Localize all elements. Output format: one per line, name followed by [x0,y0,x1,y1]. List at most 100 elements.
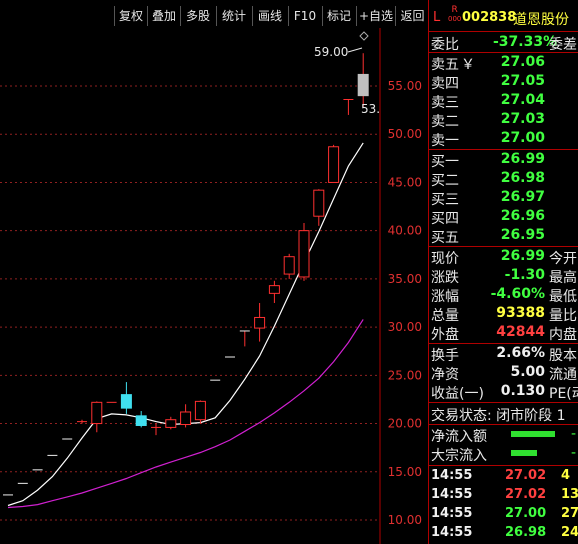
candle-body [268,285,280,294]
row-value: 27.03 [500,111,545,127]
candle-body [283,256,295,275]
tick-time: 14:55 [431,506,473,521]
high-annotation: 59.00 [314,45,348,59]
row-value: 26.97 [500,189,545,205]
y-tick-label: 10.00 [388,513,422,527]
stock-name: 道恩股份 [513,12,569,28]
y-tick-label: 55.00 [388,79,422,93]
candle [77,419,87,424]
tick-price: 27.02 [505,487,547,502]
row-value: 26.98 [500,170,545,186]
row-value: 93388 [496,305,545,321]
bid-row[interactable]: 买五 26.95 [429,227,578,246]
lock-marker: L [433,10,441,25]
tick-price: 27.02 [505,468,547,483]
row-value: 26.95 [500,227,545,243]
stat-row[interactable]: 涨幅 -4.60% 最低 [429,286,578,305]
low-annotation: 53. [361,102,380,116]
stat-row[interactable]: 涨跌 -1.30 最高 [429,267,578,286]
r-badge-icon: R 000 [448,5,462,24]
stat2-row[interactable]: 净资 5.00 流通 [429,364,578,383]
bid-row[interactable]: 买四 26.96 [429,208,578,227]
stat2-row[interactable]: 换手 2.66% 股本 [429,345,578,364]
stat2-row[interactable]: 收益(一)0.130PE(动 [429,383,578,402]
candle-body [357,73,369,97]
stock-header: L R 000 002838 道恩股份 [429,5,578,30]
kline-chart[interactable]: 55.00 50.00 45.00 40.00 35.00 30.00 25.00 20.00… [0,0,428,544]
stock-code: 002838 [462,10,517,25]
stat-row[interactable]: 外盘 42844 内盘 [429,324,578,343]
candle [91,401,103,433]
candle-body [165,419,177,428]
candle [328,144,340,183]
tick-volume: 27 [561,506,578,521]
add-watchlist-button[interactable]: +自选 [356,6,395,26]
chart-toolbar: 复权 叠加 多股 统计 画线 F10 标记 +自选 返回 [0,0,428,28]
row-value: 0.130 [500,383,545,399]
candle [180,404,192,428]
row-tail: 流通 [549,367,577,383]
flow-bar [511,450,537,456]
flow-row: 净流入额 - [429,426,578,445]
mark-button[interactable]: 标记 [322,6,355,26]
f10-button[interactable]: F10 [288,6,321,26]
candle [194,400,206,424]
bid-row[interactable]: 买二 26.98 [429,170,578,189]
draw-line-button[interactable]: 画线 [252,6,287,26]
y-tick-label: 45.00 [388,175,422,189]
price-annotations: 59.00 53. [314,31,380,116]
flow-bar [511,431,555,437]
candle [165,416,177,430]
candle-body [298,230,310,278]
row-tail: 内盘 [549,327,577,343]
stat-row[interactable]: 现价 26.99 今开 [429,248,578,267]
y-tick-label: 20.00 [388,417,422,431]
tick-time: 14:55 [431,487,473,502]
flow-tail: - [571,426,577,442]
tick-volume: 4 [561,468,571,483]
candle-body [135,415,147,426]
candle [343,99,354,115]
row-value: 42844 [496,324,545,340]
row-value: 27.06 [500,54,545,70]
row-tail: 量比 [549,308,577,324]
row-value: 26.99 [500,151,545,167]
stats-button[interactable]: 统计 [216,6,251,26]
multi-stock-button[interactable]: 多股 [180,6,215,26]
candle [357,53,369,108]
ask-row[interactable]: 卖四 27.05 [429,73,578,92]
tick-volume: 24 [561,525,578,540]
row-value: 5.00 [510,364,545,380]
bid-row[interactable]: 买一 26.99 [429,151,578,170]
ask-row[interactable]: 卖二 27.03 [429,111,578,130]
flow-row: 大宗流入 - [429,445,578,464]
bid-row[interactable]: 买三 26.97 [429,189,578,208]
candle [283,253,295,279]
back-button[interactable]: 返回 [395,6,429,26]
candle [268,280,280,303]
candle [254,303,266,342]
ask-row[interactable]: 卖一 27.00 [429,130,578,149]
weibi-row: 委比 -37.33% 委差 [431,34,577,53]
y-tick-label: 30.00 [388,320,422,334]
ask-row[interactable]: 卖三 27.04 [429,92,578,111]
row-value: 27.00 [500,130,545,146]
trade-state: 交易状态: 闭市阶段 1 [431,408,566,424]
tick-price: 26.98 [505,525,547,540]
candle [120,382,132,414]
row-value: -4.60% [490,286,545,302]
candle-body [313,189,325,217]
ask-row[interactable]: 卖五 27.06 ￥ [429,54,578,73]
row-value: 27.05 [500,73,545,89]
overlay-button[interactable]: 叠加 [147,6,180,26]
stat-row[interactable]: 总量 93388 量比 [429,305,578,324]
candle-body [180,411,192,426]
tick-price: 27.00 [505,506,547,521]
y-axis-labels: 55.00 50.00 45.00 40.00 35.00 30.00 25.00 20.00… [388,79,422,527]
candle [135,411,147,428]
row-tail: 股本 [549,348,577,364]
fuquan-button[interactable]: 复权 [114,6,147,26]
flow-tail: - [571,445,577,461]
row-tail: 最低 [549,289,577,305]
ma-fast-line [7,142,364,507]
